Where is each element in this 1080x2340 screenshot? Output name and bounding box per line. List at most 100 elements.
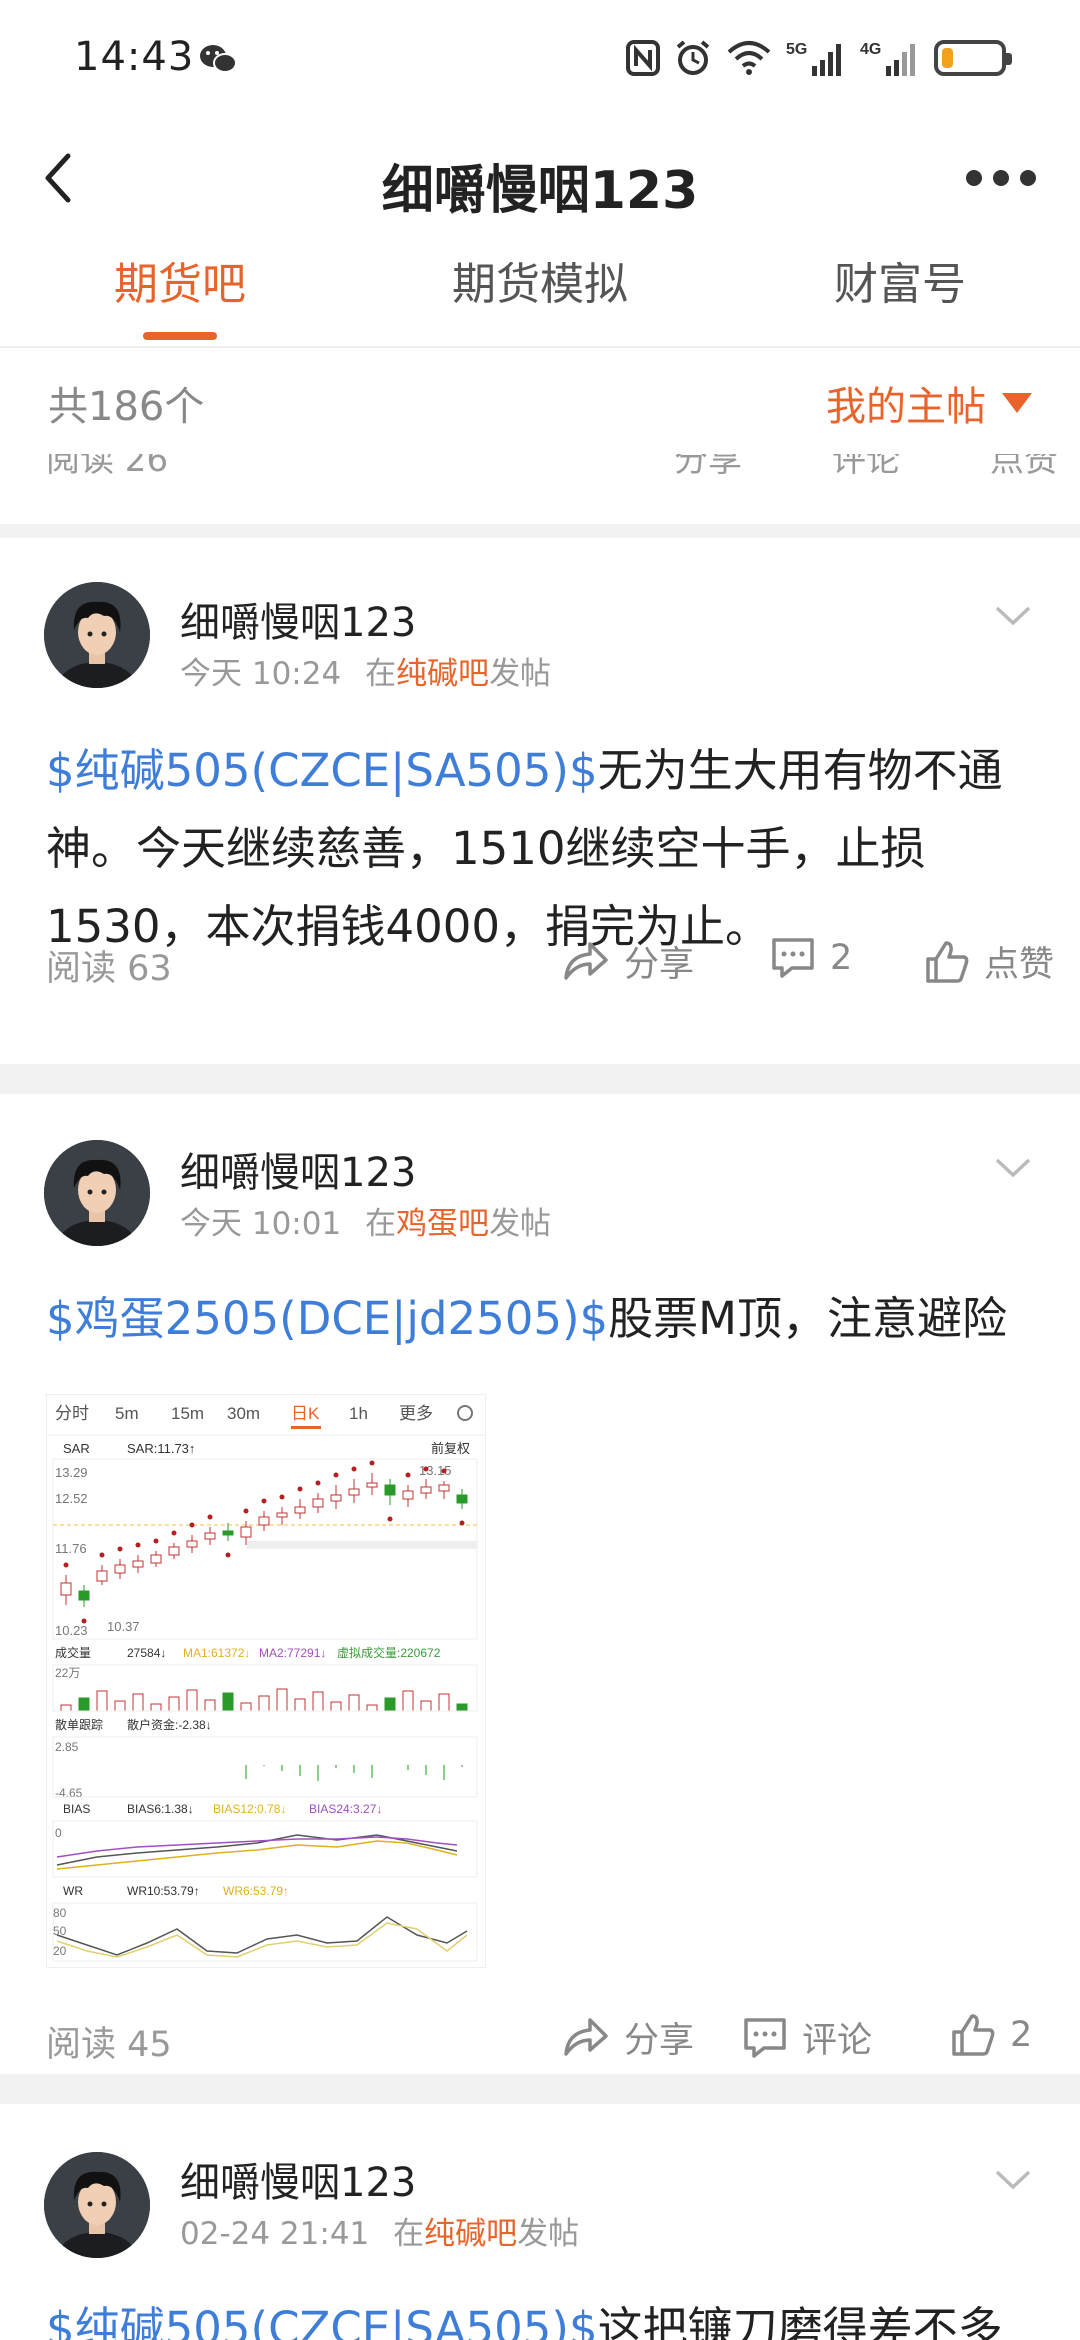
page-title: 细嚼慢咽123 [381, 161, 699, 221]
volume-bar [366, 1704, 378, 1712]
kchart-sd-label: 散单跟踪 [55, 1717, 103, 1732]
comment-label: 评论 [802, 2021, 873, 2061]
volume-bar [258, 1695, 270, 1712]
username[interactable]: 细嚼慢咽123 [180, 2150, 416, 2208]
like-count: 2 [1010, 2015, 1033, 2055]
volume-bar [276, 1688, 288, 1712]
sar-dot [81, 1618, 87, 1624]
share-button[interactable]: 分享 [562, 2012, 694, 2063]
sar-dot [171, 1530, 177, 1536]
top-header: 14:43 5G 4G 细嚼慢咽123 期货吧 期货模拟 财富号 共186个 我… [0, 0, 1080, 458]
signal-4g-icon: 4G [860, 41, 915, 76]
kchart-wr6: WR6:53.79↑ [223, 1884, 289, 1898]
post-card[interactable]: 细嚼慢咽123 02-24 21:41 在纯碱吧发帖 $纯碱505(CZCE|S… [0, 2104, 1080, 2340]
candle-body [222, 1530, 234, 1536]
volume-bar [204, 1699, 216, 1712]
volume-bar [240, 1702, 252, 1712]
like-label: 点赞 [984, 945, 1055, 985]
more-icon[interactable] [966, 170, 1036, 190]
post-card[interactable]: 细嚼慢咽123 今天 10:01 在鸡蛋吧发帖 $鸡蛋2505(DCE|jd25… [0, 1094, 1080, 2074]
post-bar-link[interactable]: 鸡蛋吧 [396, 1206, 489, 1242]
sar-dot [441, 1468, 447, 1474]
kline-chart-image[interactable]: 分时 5m 15m 30m 日K 1h 更多 SAR SAR:11.73↑ 前复… [46, 1394, 486, 1968]
candle-body [276, 1512, 288, 1518]
sar-dot [99, 1552, 105, 1558]
post-time: 今天 10:01 [180, 1206, 342, 1242]
post-action: 发帖 [489, 1206, 552, 1242]
post-card[interactable]: 细嚼慢咽123 今天 10:24 在纯碱吧发帖 $纯碱505(CZCE|SA50… [0, 538, 1080, 1064]
nfc-icon [626, 40, 660, 76]
volume-bar [294, 1698, 306, 1712]
chevron-down-icon[interactable] [994, 1156, 1032, 1180]
sar-dot [63, 1562, 69, 1568]
chevron-down-icon[interactable] [994, 604, 1032, 628]
kchart-ma2: MA2:77291↓ [259, 1646, 326, 1660]
username[interactable]: 细嚼慢咽123 [180, 590, 416, 648]
post-bar-link[interactable]: 纯碱吧 [396, 656, 489, 692]
candle-body [348, 1488, 360, 1496]
tab-bar: 期货吧 期货模拟 财富号 [0, 230, 1080, 348]
kchart-bias-tick: 0 [55, 1826, 62, 1840]
sar-dot [243, 1508, 249, 1514]
username[interactable]: 细嚼慢咽123 [180, 1140, 416, 1198]
peek-comment[interactable]: 评论 [832, 454, 900, 492]
comment-count: 2 [830, 938, 853, 978]
kchart-tab: 5m [115, 1404, 139, 1423]
comment-button[interactable]: 评论 [742, 2012, 872, 2063]
candle-body [330, 1494, 342, 1502]
sar-dot [261, 1498, 267, 1504]
avatar[interactable] [44, 582, 150, 688]
chevron-down-icon[interactable] [994, 2168, 1032, 2192]
tab-futures-sim[interactable]: 期货模拟 [360, 248, 720, 312]
post-bar-link[interactable]: 纯碱吧 [424, 2216, 517, 2252]
kchart-vol-value: 27584↓ [127, 1646, 166, 1660]
avatar[interactable] [44, 2152, 150, 2258]
tab-fortune[interactable]: 财富号 [720, 248, 1080, 312]
kchart-fuquan: 前复权 [431, 1441, 470, 1456]
signal-5g-icon: 5G [786, 41, 841, 76]
sar-dot [351, 1466, 357, 1472]
post-actions: 阅读 45 分享 评论 2 [46, 2012, 1056, 2065]
sar-dot [405, 1472, 411, 1478]
like-button[interactable]: 2 [950, 2012, 1032, 2058]
peek-like[interactable]: 点赞 [990, 454, 1058, 492]
sar-dot [153, 1538, 159, 1544]
kchart-ytick: 13.29 [55, 1465, 88, 1480]
status-time: 14:43 [74, 34, 195, 80]
my-posts-dropdown[interactable]: 我的主帖 [826, 374, 1032, 432]
tab-futures-bar[interactable]: 期货吧 [0, 248, 360, 312]
kchart-wr10: WR10:53.79↑ [127, 1884, 200, 1898]
comment-button[interactable]: 2 [770, 936, 852, 980]
sar-dot [297, 1486, 303, 1492]
wechat-icon [200, 45, 237, 73]
kchart-sd-tick: -4.65 [55, 1786, 83, 1800]
peek-share[interactable]: 分享 [674, 454, 742, 492]
stock-tag-link[interactable]: $纯碱505(CZCE|SA505)$ [46, 2302, 598, 2340]
kchart-vol-label: 成交量 [55, 1645, 91, 1660]
candle-body [456, 1494, 468, 1504]
candle-body [258, 1516, 270, 1526]
share-label: 分享 [624, 2021, 695, 2061]
alarm-icon [676, 40, 710, 75]
share-icon [564, 2017, 608, 2056]
volume-bar [78, 1697, 90, 1712]
post-content[interactable]: $纯碱505(CZCE|SA505)$这把镰刀磨得差不多 [46, 2290, 1040, 2340]
post-content[interactable]: $纯碱505(CZCE|SA505)$无为生大用有物不通神。今天继续慈善，151… [46, 732, 1040, 966]
sar-dot [315, 1480, 321, 1486]
post-content[interactable]: $鸡蛋2505(DCE|jd2505)$股票M顶，注意避险 [46, 1280, 1040, 1358]
my-posts-label: 我的主帖 [826, 384, 986, 430]
stock-tag-link[interactable]: $纯碱505(CZCE|SA505)$ [46, 744, 598, 797]
candle-body [78, 1590, 90, 1601]
like-button[interactable]: 点赞 [924, 936, 1054, 987]
volume-bar [312, 1691, 324, 1712]
post-count: 共186个 [48, 384, 205, 430]
stock-tag-link[interactable]: $鸡蛋2505(DCE|jd2505)$ [46, 1292, 608, 1345]
sar-dot [207, 1514, 213, 1520]
sar-dot [387, 1516, 393, 1522]
volume-bar [384, 1697, 396, 1712]
share-button[interactable]: 分享 [562, 936, 694, 987]
post-time: 今天 10:24 [180, 656, 342, 692]
avatar[interactable] [44, 1140, 150, 1246]
kchart-wr-tick: 20 [53, 1944, 67, 1958]
kchart-wr-tick: 80 [53, 1906, 67, 1920]
